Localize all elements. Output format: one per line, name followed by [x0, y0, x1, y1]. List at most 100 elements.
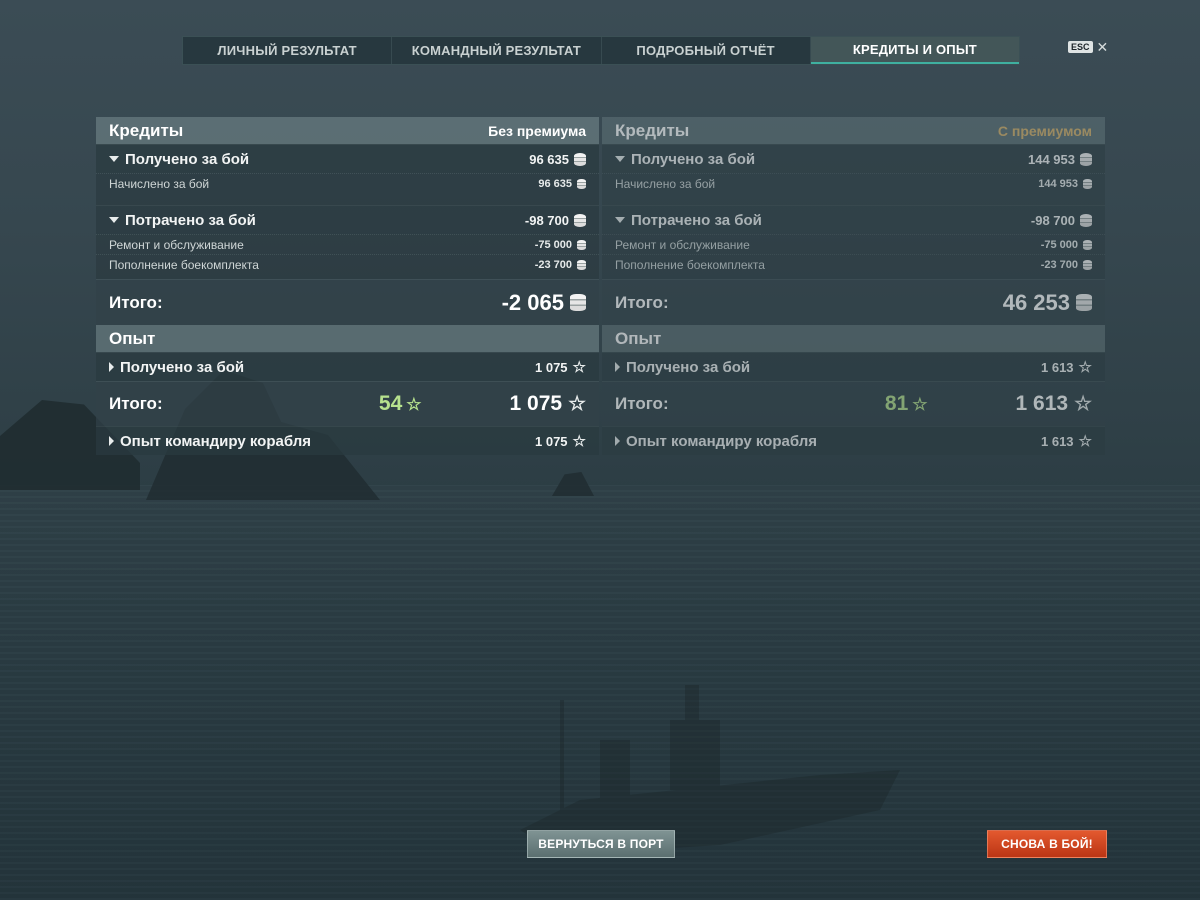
star-icon: ☆	[572, 358, 586, 376]
ammo-value: -23 700	[1040, 258, 1078, 271]
xp-total-label: Итого:	[109, 394, 163, 413]
credits-coin-icon	[577, 239, 586, 250]
credits-earned-row[interactable]: Получено за бой 144 953	[602, 144, 1105, 173]
credits-accrued-label: Начислено за бой	[615, 176, 716, 191]
credits-coin-icon	[1083, 239, 1092, 250]
credits-accrued-value: 96 635	[538, 177, 572, 190]
panel-with-premium: Кредиты С премиумом Получено за бой 144 …	[602, 117, 1105, 455]
esc-key-icon: ESC	[1068, 41, 1093, 53]
triangle-right-icon	[615, 362, 620, 372]
triangle-down-icon	[109, 217, 119, 223]
credits-earned-label: Получено за бой	[125, 150, 250, 168]
credits-accrued-row: Начислено за бой 96 635	[96, 173, 599, 193]
triangle-down-icon	[615, 156, 625, 162]
island-rock	[552, 472, 594, 496]
credits-header: Кредиты С премиумом	[602, 117, 1105, 144]
commander-xp-row[interactable]: Опыт командиру корабля 1 613 ☆	[602, 426, 1105, 455]
triangle-down-icon	[615, 217, 625, 223]
xp-earned-row[interactable]: Получено за бой 1 613 ☆	[602, 352, 1105, 381]
star-icon: ☆	[1078, 358, 1092, 376]
ammo-value: -23 700	[534, 258, 572, 271]
credits-total-value: -2 065	[501, 289, 564, 315]
commander-xp-value: 1 613	[1041, 433, 1074, 449]
xp-earned-row[interactable]: Получено за бой 1 075 ☆	[96, 352, 599, 381]
credits-coin-icon	[1083, 178, 1092, 189]
ammo-row: Пополнение боекомплекта -23 700	[96, 254, 599, 274]
ammo-label: Пополнение боекомплекта	[615, 257, 765, 272]
xp-earned-label: Получено за бой	[120, 358, 245, 376]
credits-title: Кредиты	[615, 120, 690, 140]
credits-earned-label: Получено за бой	[631, 150, 756, 168]
close-icon: ✕	[1096, 39, 1109, 55]
xp-total-row: Итого: 81 ☆ 1 613 ☆	[602, 381, 1105, 426]
xp-earned-value: 1 613	[1041, 359, 1074, 375]
xp-header: Опыт	[602, 325, 1105, 352]
credits-coin-icon	[1080, 213, 1092, 227]
credits-title: Кредиты	[109, 120, 184, 140]
commander-xp-row[interactable]: Опыт командиру корабля 1 075 ☆	[96, 426, 599, 455]
credits-spent-row[interactable]: Потрачено за бой -98 700	[602, 205, 1105, 234]
credits-coin-icon	[574, 152, 586, 166]
credits-accrued-label: Начислено за бой	[109, 176, 210, 191]
credits-earned-value: 96 635	[529, 151, 569, 167]
commander-xp-label: Опыт командиру корабля	[120, 432, 311, 450]
repair-row: Ремонт и обслуживание -75 000	[602, 234, 1105, 254]
credits-coin-icon	[574, 213, 586, 227]
xp-base-value: 54	[378, 392, 403, 415]
credits-spent-value: -98 700	[524, 212, 569, 228]
xp-title: Опыт	[109, 328, 156, 348]
credits-total-label: Итого:	[109, 292, 163, 312]
credits-coin-icon	[1080, 152, 1092, 166]
credits-spent-label: Потрачено за бой	[631, 211, 762, 229]
xp-earned-label: Получено за бой	[626, 358, 751, 376]
repair-value: -75 000	[534, 238, 572, 251]
result-tabs: ЛИЧНЫЙ РЕЗУЛЬТАТ КОМАНДНЫЙ РЕЗУЛЬТАТ ПОД…	[182, 36, 1020, 65]
credits-spent-value: -98 700	[1030, 212, 1075, 228]
star-icon: ☆	[912, 394, 928, 414]
panel-without-premium: Кредиты Без премиума Получено за бой 96 …	[96, 117, 599, 455]
xp-total-value: 1 075	[509, 392, 563, 415]
repair-row: Ремонт и обслуживание -75 000	[96, 234, 599, 254]
tab-detailed-report[interactable]: ПОДРОБНЫЙ ОТЧЁТ	[602, 37, 811, 64]
repair-value: -75 000	[1040, 238, 1078, 251]
xp-earned-value: 1 075	[535, 359, 568, 375]
credits-coin-icon	[577, 259, 586, 270]
xp-base-value: 81	[884, 392, 909, 415]
star-icon: ☆	[1078, 432, 1092, 450]
close-button[interactable]: ESC ✕	[1068, 39, 1109, 55]
tab-team-result[interactable]: КОМАНДНЫЙ РЕЗУЛЬТАТ	[392, 37, 602, 64]
battle-again-button[interactable]: СНОВА В БОЙ!	[987, 830, 1107, 858]
xp-title: Опыт	[615, 328, 662, 348]
xp-total-label: Итого:	[615, 394, 669, 413]
repair-label: Ремонт и обслуживание	[109, 237, 244, 252]
credits-accrued-row: Начислено за бой 144 953	[602, 173, 1105, 193]
repair-label: Ремонт и обслуживание	[615, 237, 750, 252]
star-icon: ☆	[572, 432, 586, 450]
triangle-right-icon	[109, 436, 114, 446]
tab-credits-and-xp[interactable]: КРЕДИТЫ И ОПЫТ	[810, 37, 1019, 64]
credits-coin-icon	[1083, 259, 1092, 270]
commander-xp-value: 1 075	[535, 433, 568, 449]
triangle-down-icon	[109, 156, 119, 162]
triangle-right-icon	[109, 362, 114, 372]
ammo-row: Пополнение боекомплекта -23 700	[602, 254, 1105, 274]
star-icon: ☆	[1074, 393, 1092, 415]
credits-coin-icon	[1076, 294, 1092, 311]
credits-total-row: Итого: 46 253	[602, 279, 1105, 325]
xp-header: Опыт	[96, 325, 599, 352]
return-to-port-button[interactable]: ВЕРНУТЬСЯ В ПОРТ	[527, 830, 675, 858]
credits-earned-row[interactable]: Получено за бой 96 635	[96, 144, 599, 173]
credits-header: Кредиты Без премиума	[96, 117, 599, 144]
account-mode-label: Без премиума	[488, 122, 586, 139]
credits-spent-label: Потрачено за бой	[125, 211, 256, 229]
credits-total-label: Итого:	[615, 292, 669, 312]
ammo-label: Пополнение боекомплекта	[109, 257, 259, 272]
credits-coin-icon	[570, 294, 586, 311]
spacer	[96, 193, 599, 205]
account-mode-label: С премиумом	[997, 122, 1092, 139]
credits-spent-row[interactable]: Потрачено за бой -98 700	[96, 205, 599, 234]
tab-personal-result[interactable]: ЛИЧНЫЙ РЕЗУЛЬТАТ	[183, 37, 393, 64]
credits-total-value: 46 253	[1002, 289, 1070, 315]
star-icon: ☆	[406, 394, 422, 414]
spacer	[602, 193, 1105, 205]
